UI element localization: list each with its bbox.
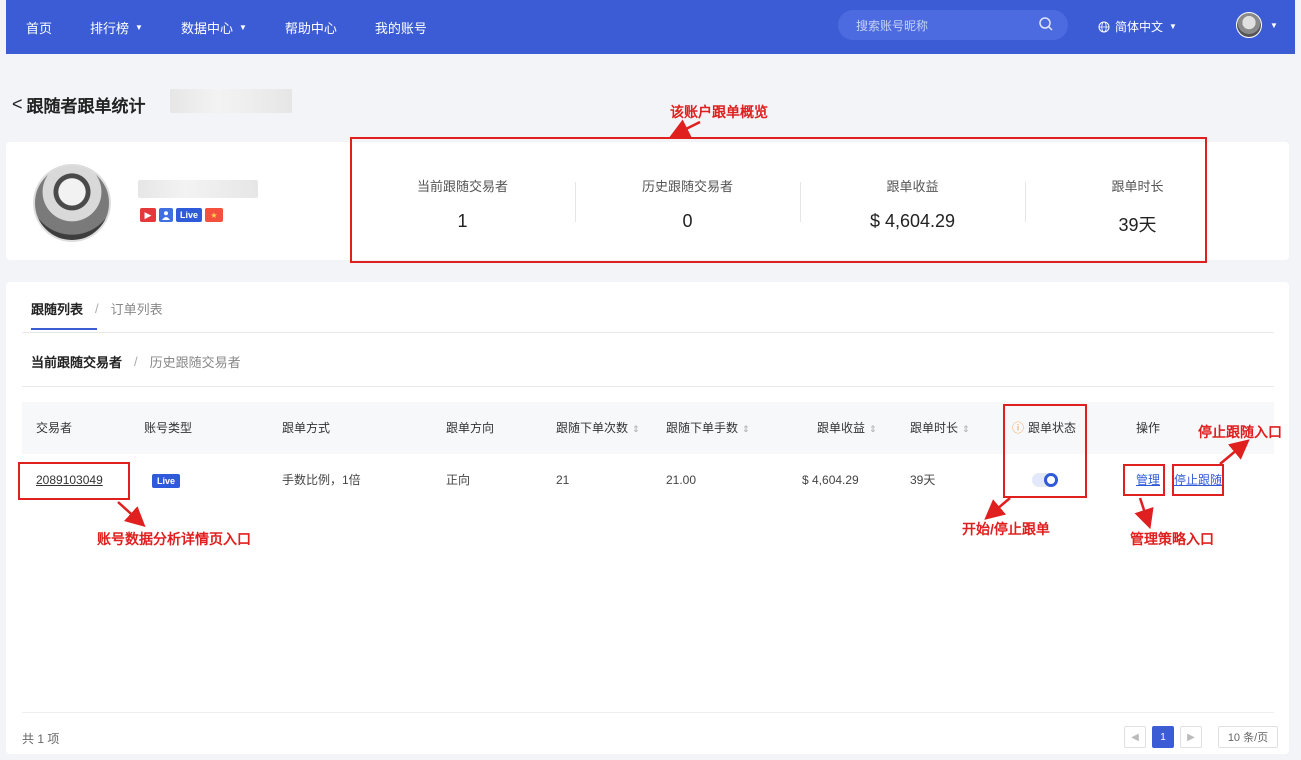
nav-my-account-label: 我的账号 — [374, 20, 427, 36]
order-count-cell: 21 — [556, 473, 570, 487]
copy-mode-cell: 手数比例，1倍 — [282, 473, 361, 487]
profit-cell: $ 4,604.29 — [802, 473, 859, 487]
sub-tabs: 当前跟随交易者 / 历史跟随交易者 — [31, 352, 241, 371]
sort-icon[interactable]: ⇕ — [962, 424, 970, 434]
col-profit-label: 跟单收益 — [817, 421, 866, 435]
blurred-user-name — [138, 180, 258, 198]
back-icon[interactable]: < — [12, 94, 23, 115]
nav-data-center[interactable]: 数据中心 ▼ — [181, 18, 247, 37]
nav-help-center[interactable]: 帮助中心 — [285, 18, 337, 37]
page-number-button[interactable]: 1 — [1152, 726, 1174, 748]
total-count: 共 1 项 — [22, 732, 60, 746]
nav-home[interactable]: 首页 — [26, 18, 52, 37]
page-size-select[interactable]: 10 条/页 — [1218, 726, 1278, 748]
annotation-stop-entry: 停止跟随入口 — [1198, 424, 1282, 440]
col-lots-label: 跟随下单手数 — [666, 421, 739, 435]
col-copy-mode: 跟单方式 — [282, 421, 331, 435]
col-direction: 跟单方向 — [446, 421, 495, 435]
divider — [22, 332, 1274, 333]
main-tabs: 跟随列表 / 订单列表 — [31, 299, 163, 318]
account-badges: ▶ Live ★ — [140, 208, 224, 222]
search-input[interactable]: 搜索账号昵称 — [838, 10, 1068, 40]
sort-icon[interactable]: ⇕ — [632, 424, 640, 434]
annotation-box-overview — [350, 137, 1207, 263]
tab-separator: / — [95, 301, 99, 316]
annotation-overview: 该账户跟单概览 — [670, 104, 768, 120]
broker-icon: ▶ — [140, 208, 156, 222]
language-selector[interactable]: 简体中文 ▼ — [1098, 18, 1177, 35]
annotation-manage-entry: 管理策略入口 — [1130, 531, 1214, 547]
col-duration[interactable]: 跟单时长 ⇕ — [910, 402, 970, 455]
avatar — [33, 164, 111, 242]
next-page-button[interactable]: ▶ — [1180, 726, 1202, 748]
search-placeholder: 搜索账号昵称 — [856, 18, 929, 33]
col-account-type: 账号类型 — [144, 421, 193, 435]
nav-my-account[interactable]: 我的账号 — [375, 18, 427, 37]
nav-ranking[interactable]: 排行榜 ▼ — [90, 18, 143, 37]
tab-follow-list[interactable]: 跟随列表 — [31, 299, 83, 318]
flag-icon: ★ — [205, 208, 224, 222]
nav-home-label: 首页 — [26, 20, 53, 36]
chevron-down-icon[interactable]: ▼ — [1270, 21, 1278, 30]
direction-cell: 正向 — [446, 473, 471, 487]
user-icon — [159, 208, 173, 222]
chevron-down-icon: ▼ — [1169, 22, 1177, 31]
chevron-down-icon: ▼ — [135, 22, 143, 32]
live-badge: Live — [176, 208, 203, 222]
col-order-count-label: 跟随下单次数 — [556, 421, 629, 435]
pagination: ◀ 1 ▶ 10 条/页 — [1124, 726, 1278, 748]
col-profit[interactable]: 跟单收益 ⇕ — [817, 402, 877, 455]
chevron-down-icon: ▼ — [238, 22, 247, 32]
search-icon[interactable] — [1038, 16, 1054, 32]
col-lots[interactable]: 跟随下单手数 ⇕ — [666, 402, 750, 455]
annotation-box-trader — [18, 462, 130, 500]
nav-data-center-label: 数据中心 — [180, 20, 233, 36]
col-trader: 交易者 — [36, 421, 73, 435]
top-nav-bar: 首页 排行榜 ▼ 数据中心 ▼ 帮助中心 我的账号 搜索账号昵称 简体中文 ▼ ▼ — [6, 0, 1295, 54]
page-title-text: 跟随者跟单统计 — [26, 97, 146, 116]
col-actions: 操作 — [1136, 421, 1161, 435]
subtab-history-traders[interactable]: 历史跟随交易者 — [150, 352, 241, 371]
tab-order-list[interactable]: 订单列表 — [111, 299, 163, 318]
divider — [22, 386, 1274, 387]
arrow-overview — [669, 119, 701, 138]
sort-icon[interactable]: ⇕ — [742, 424, 750, 434]
annotation-toggle: 开始/停止跟单 — [962, 521, 1050, 537]
annotation-box-stop — [1172, 464, 1224, 496]
divider — [22, 712, 1274, 713]
col-order-count[interactable]: 跟随下单次数 ⇕ — [556, 402, 640, 455]
follow-list-card: 跟随列表 / 订单列表 当前跟随交易者 / 历史跟随交易者 交易者 账号类型 跟… — [6, 282, 1289, 754]
lots-cell: 21.00 — [666, 473, 697, 487]
account-type-cell: Live — [152, 454, 181, 506]
annotation-box-toggle — [1003, 404, 1087, 498]
prev-page-button[interactable]: ◀ — [1124, 726, 1146, 748]
annotation-detail-entry: 账号数据分析详情页入口 — [97, 531, 251, 547]
annotation-box-manage — [1123, 464, 1165, 496]
duration-cell: 39天 — [910, 473, 936, 487]
active-tab-indicator — [31, 328, 97, 330]
user-avatar[interactable] — [1236, 12, 1262, 38]
live-badge: Live — [152, 474, 181, 488]
tab-separator: / — [134, 354, 138, 369]
nav-ranking-label: 排行榜 — [90, 20, 130, 36]
sort-icon[interactable]: ⇕ — [869, 424, 877, 434]
page-title: < 跟随者跟单统计 — [12, 92, 146, 117]
nav-help-center-label: 帮助中心 — [284, 20, 337, 36]
col-duration-label: 跟单时长 — [910, 421, 959, 435]
blurred-account-name — [170, 89, 292, 113]
globe-icon — [1098, 21, 1110, 32]
language-label: 简体中文 — [1115, 20, 1164, 34]
subtab-current-traders[interactable]: 当前跟随交易者 — [31, 352, 122, 371]
